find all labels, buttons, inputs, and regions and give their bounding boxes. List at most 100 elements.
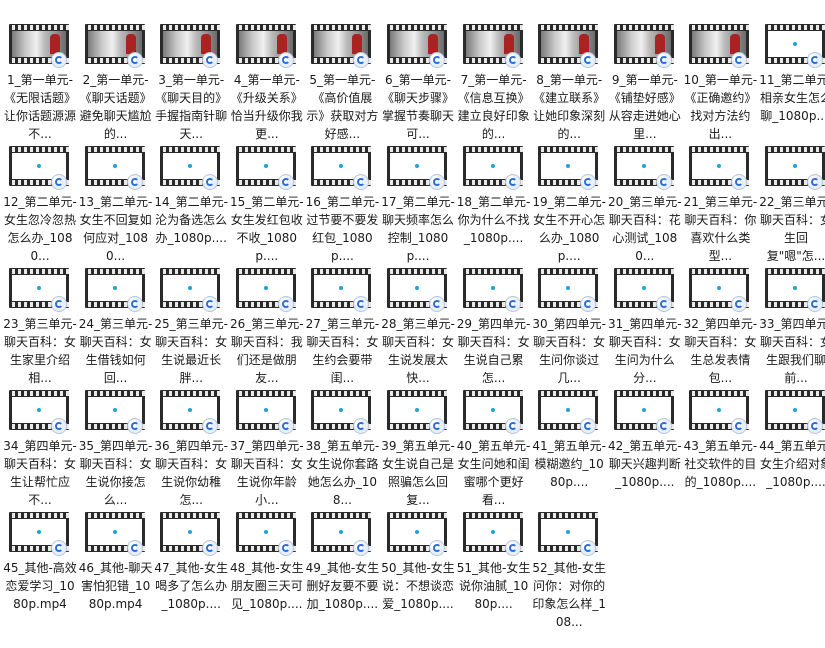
video-thumbnail xyxy=(9,268,69,312)
file-item[interactable]: 24_第三单元-聊天百科：女生借钱如何回... xyxy=(78,268,154,386)
media-player-badge-icon xyxy=(202,540,219,556)
file-name-label: 7_第一单元-《信息互换》建立良好印象的... xyxy=(457,73,530,141)
file-item[interactable]: 2_第一单元-《聊天话题》避免聊天尴尬的... xyxy=(78,24,154,142)
file-item[interactable]: 13_第二单元-女生不回复如何应对_1080... xyxy=(78,146,154,264)
file-item[interactable]: 10_第一单元-《正确邀约》找对方法约出... xyxy=(682,24,758,142)
media-player-badge-icon xyxy=(807,418,823,434)
file-item[interactable]: 45_其他-高效恋爱学习_1080p.mp4 xyxy=(2,512,78,630)
media-player-badge-icon xyxy=(51,174,67,190)
file-item[interactable]: 38_第五单元-女生说你套路她怎么办_108... xyxy=(304,390,380,508)
file-item[interactable]: 41_第五单元-模糊邀约_1080p.... xyxy=(531,390,607,508)
media-player-badge-icon xyxy=(731,296,748,312)
media-player-badge-icon xyxy=(580,540,597,556)
file-item[interactable]: 14_第二单元-沦为备选怎么办_1080p.... xyxy=(153,146,229,264)
file-name-label: 12_第二单元-女生忽冷忽热怎么办_1080... xyxy=(3,195,77,263)
file-item[interactable]: 21_第三单元-聊天百科：你喜欢什么类型... xyxy=(682,146,758,264)
file-item[interactable]: 26_第三单元-聊天百科：我们还是做朋友... xyxy=(229,268,305,386)
media-player-badge-icon xyxy=(202,296,219,312)
video-thumbnail xyxy=(538,268,599,312)
file-item[interactable]: 6_第一单元-《聊天步骤》掌握节奏聊天可... xyxy=(380,24,456,142)
media-player-badge-icon xyxy=(504,418,521,434)
file-name-label: 45_其他-高效恋爱学习_1080p.mp4 xyxy=(3,561,77,611)
file-item[interactable]: 29_第四单元-聊天百科：女生说自己累怎... xyxy=(456,268,532,386)
file-item[interactable]: 19_第二单元-女生不开心怎么办_1080p.... xyxy=(531,146,607,264)
media-player-badge-icon xyxy=(202,174,219,190)
file-item[interactable]: 46_其他-聊天害怕犯错_1080p.mp4 xyxy=(78,512,154,630)
file-item[interactable]: 39_第五单元-女生说自己是照骗怎么回复... xyxy=(380,390,456,508)
file-name-label: 35_第四单元-聊天百科：女生说你接怎么... xyxy=(78,439,153,507)
file-item[interactable]: 22_第三单元-聊天百科：女生回复"嗯"怎... xyxy=(758,146,825,264)
file-item[interactable]: 18_第二单元-你为什么不找_1080p.... xyxy=(456,146,532,264)
video-thumbnail xyxy=(765,24,825,68)
file-item[interactable]: 9_第一单元-《铺垫好感》从容走进她心里... xyxy=(607,24,683,142)
media-player-badge-icon xyxy=(807,296,823,312)
file-name-label: 13_第二单元-女生不回复如何应对_1080... xyxy=(78,195,153,263)
file-item[interactable]: 17_第二单元-聊天频率怎么控制_1080p.... xyxy=(380,146,456,264)
video-thumbnail xyxy=(462,268,523,312)
file-name-label: 19_第二单元-女生不开心怎么办_1080p.... xyxy=(532,195,606,263)
file-name-label: 3_第一单元-《聊天目的》手握指南针聊天... xyxy=(155,73,228,141)
file-item[interactable]: 16_第二单元-过节要不要发红包_1080p.... xyxy=(304,146,380,264)
file-name-label: 5_第一单元-《高价值展示》获取对方好感... xyxy=(306,73,379,141)
video-thumbnail xyxy=(311,390,372,434)
file-item[interactable]: 12_第二单元-女生忽冷忽热怎么办_1080... xyxy=(2,146,78,264)
media-player-badge-icon xyxy=(655,418,672,434)
video-thumbnail xyxy=(84,146,145,190)
file-item[interactable]: 42_第五单元-聊天兴趣判断_1080p.... xyxy=(607,390,683,508)
file-item[interactable]: 51_其他-女生说你油腻_1080p.... xyxy=(456,512,532,630)
media-player-badge-icon xyxy=(429,52,445,68)
file-item[interactable]: 47_其他-女生喝多了怎么办_1080p.... xyxy=(153,512,229,630)
media-player-badge-icon xyxy=(580,418,597,434)
file-name-label: 49_其他-女生删好友要不要加_1080p.... xyxy=(305,561,380,611)
file-item[interactable]: 48_其他-女生朋友圈三天可见_1080p.... xyxy=(229,512,305,630)
media-player-badge-icon xyxy=(731,174,748,190)
video-thumbnail xyxy=(160,390,221,434)
file-name-label: 31_第四单元-聊天百科：女生问为什么分... xyxy=(607,317,682,385)
video-thumbnail xyxy=(613,146,674,190)
file-name-label: 50_其他-女生说：不想谈恋爱_1080p.... xyxy=(381,561,455,611)
media-player-badge-icon xyxy=(202,418,219,434)
file-name-label: 25_第三单元-聊天百科：女生说最近长胖... xyxy=(154,317,228,385)
file-item[interactable]: 31_第四单元-聊天百科：女生问为什么分... xyxy=(607,268,683,386)
file-name-label: 14_第二单元-沦为备选怎么办_1080p.... xyxy=(154,195,228,245)
media-player-badge-icon xyxy=(807,52,823,68)
media-player-badge-icon xyxy=(504,174,521,190)
video-thumbnail xyxy=(160,146,221,190)
file-item[interactable]: 52_其他-女生问你：对你的印象怎么样_108... xyxy=(531,512,607,630)
file-item[interactable]: 23_第三单元-聊天百科：女生家里介绍相... xyxy=(2,268,78,386)
file-item[interactable]: 4_第一单元-《升级关系》恰当升级你我更... xyxy=(229,24,305,142)
file-name-label: 2_第一单元-《聊天话题》避免聊天尴尬的... xyxy=(79,73,152,141)
file-item[interactable]: 1_第一单元-《无限话题》让你话题源源不... xyxy=(2,24,78,142)
file-item[interactable]: 44_第五单元-女生介绍对象_1080p.... xyxy=(758,390,825,508)
file-item[interactable]: 27_第三单元-聊天百科：女生约会要带闺... xyxy=(304,268,380,386)
file-item[interactable]: 20_第三单元-聊天百科：花心测试_1080... xyxy=(607,146,683,264)
file-item[interactable]: 43_第五单元-社交软件的目的_1080p.... xyxy=(682,390,758,508)
file-item[interactable]: 40_第五单元-女生问她和闺蜜哪个更好看... xyxy=(456,390,532,508)
file-item[interactable]: 49_其他-女生删好友要不要加_1080p.... xyxy=(304,512,380,630)
file-name-label: 41_第五单元-模糊邀约_1080p.... xyxy=(532,439,606,489)
video-thumbnail xyxy=(9,390,69,434)
file-item[interactable]: 3_第一单元-《聊天目的》手握指南针聊天... xyxy=(153,24,229,142)
file-name-label: 36_第四单元-聊天百科：女生说你幼稚怎... xyxy=(154,439,228,507)
file-item[interactable]: 11_第二单元-相亲女生怎么聊_1080p.... xyxy=(758,24,825,142)
file-item[interactable]: 25_第三单元-聊天百科：女生说最近长胖... xyxy=(153,268,229,386)
file-name-label: 51_其他-女生说你油腻_1080p.... xyxy=(456,561,531,611)
file-item[interactable]: 28_第三单元-聊天百科：女生说发展太快... xyxy=(380,268,456,386)
file-item[interactable]: 33_第四单元-聊天百科：女生跟我们聊前... xyxy=(758,268,825,386)
video-thumbnail xyxy=(765,146,825,190)
file-item[interactable]: 30_第四单元-聊天百科：女生问你谈过几... xyxy=(531,268,607,386)
file-item[interactable]: 35_第四单元-聊天百科：女生说你接怎么... xyxy=(78,390,154,508)
file-item[interactable]: 34_第四单元-聊天百科：女生让帮忙应不... xyxy=(2,390,78,508)
media-player-badge-icon xyxy=(126,174,143,190)
file-item[interactable]: 36_第四单元-聊天百科：女生说你幼稚怎... xyxy=(153,390,229,508)
video-thumbnail xyxy=(613,268,674,312)
file-item[interactable]: 50_其他-女生说：不想谈恋爱_1080p.... xyxy=(380,512,456,630)
file-item[interactable]: 7_第一单元-《信息互换》建立良好印象的... xyxy=(456,24,532,142)
file-item[interactable]: 15_第二单元-女生发红包收不收_1080p.... xyxy=(229,146,305,264)
media-player-badge-icon xyxy=(277,174,294,190)
file-item[interactable]: 8_第一单元-《建立联系》让她印象深刻的... xyxy=(531,24,607,142)
file-name-label: 32_第四单元-聊天百科：女生总发表情包... xyxy=(683,317,758,385)
file-item[interactable]: 32_第四单元-聊天百科：女生总发表情包... xyxy=(682,268,758,386)
file-item[interactable]: 5_第一单元-《高价值展示》获取对方好感... xyxy=(304,24,380,142)
file-item[interactable]: 37_第四单元-聊天百科：女生说你年龄小... xyxy=(229,390,305,508)
